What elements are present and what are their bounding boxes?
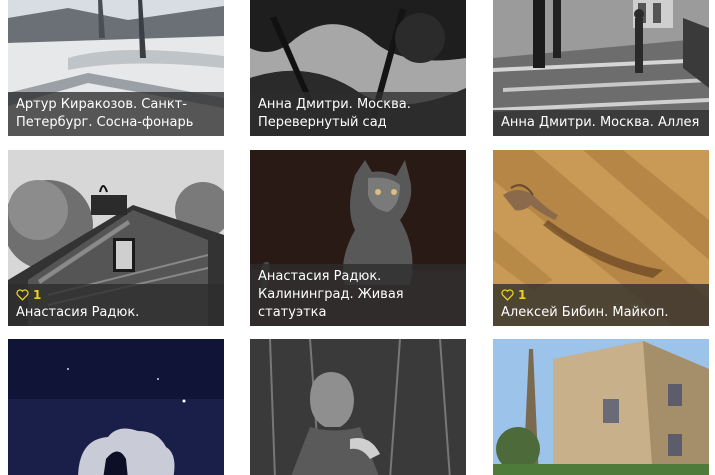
photo-card-4[interactable]: 1 Анастасия Радюк. [8,150,224,326]
photo-card-6[interactable]: 1 Алексей Бибин. Майкоп. [493,150,709,326]
photo-card-5[interactable]: Анастасия Радюк. Калининград. Живая стат… [250,150,466,326]
photo-title: Анастасия Радюк. Калининград. Живая стат… [258,269,404,320]
photo-card-8[interactable] [250,339,466,475]
photo-image [493,339,709,475]
photo-title: Алексей Бибин. Майкоп. [501,305,669,320]
photo-title: Анна Дмитри. Москва. Аллея [501,115,700,130]
heart-icon [16,289,29,301]
photo-caption: 1 Анастасия Радюк. [8,284,224,326]
photo-title: Анна Дмитри. Москва. Перевернутый сад [258,97,411,130]
photo-image [8,339,224,475]
likes-counter[interactable]: 1 [501,288,701,302]
photo-gallery: Артур Киракозов. Санкт-Петербург. Сосна-… [0,0,715,475]
photo-caption: Анна Дмитри. Москва. Аллея [493,110,709,136]
photo-caption: Анастасия Радюк. Калининград. Живая стат… [250,264,466,326]
likes-counter[interactable]: 1 [16,288,216,302]
photo-card-1[interactable]: Артур Киракозов. Санкт-Петербург. Сосна-… [8,0,224,136]
photo-card-2[interactable]: Анна Дмитри. Москва. Перевернутый сад [250,0,466,136]
photo-caption: 1 Алексей Бибин. Майкоп. [493,284,709,326]
photo-caption: Анна Дмитри. Москва. Перевернутый сад [250,92,466,136]
photo-card-7[interactable] [8,339,224,475]
photo-title: Анастасия Радюк. [16,305,140,320]
photo-card-3[interactable]: Анна Дмитри. Москва. Аллея [493,0,709,136]
photo-title: Артур Киракозов. Санкт-Петербург. Сосна-… [16,97,194,130]
photo-card-9[interactable] [493,339,709,475]
heart-icon [501,289,514,301]
likes-count: 1 [33,288,42,302]
likes-count: 1 [518,288,527,302]
photo-caption: Артур Киракозов. Санкт-Петербург. Сосна-… [8,92,224,136]
photo-image [250,339,466,475]
